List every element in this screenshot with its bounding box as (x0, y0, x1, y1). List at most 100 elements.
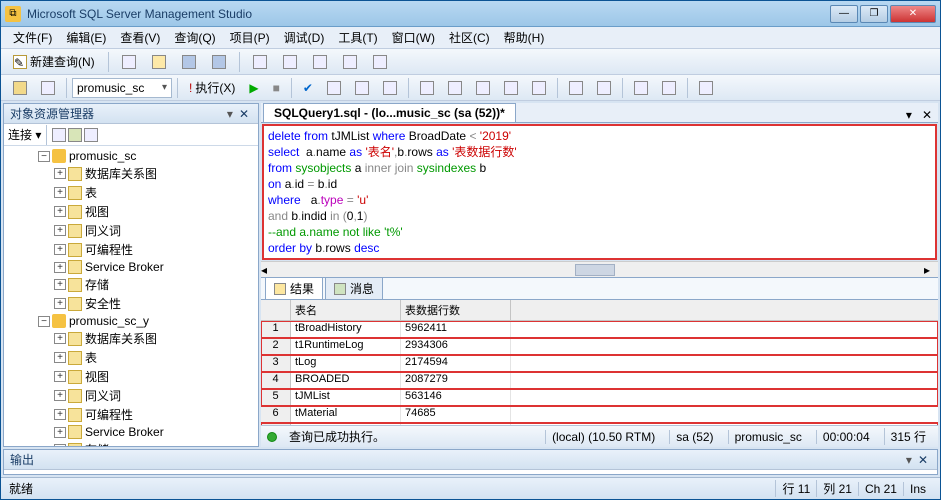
tree-node[interactable]: +安全性 (4, 295, 258, 312)
table-row[interactable]: 1tBroadHistory5962411 (261, 321, 938, 338)
save-all-button[interactable] (206, 52, 232, 72)
tree-node[interactable]: +可编程性 (4, 406, 258, 423)
intellisense-button[interactable] (377, 78, 403, 98)
tree-node[interactable]: +表 (4, 184, 258, 201)
results-grid-button[interactable] (498, 78, 524, 98)
tree-node[interactable]: +视图 (4, 203, 258, 220)
pin-icon[interactable]: ▾ (903, 453, 915, 467)
stop-icon[interactable] (84, 128, 98, 142)
change-conn-button[interactable] (35, 78, 61, 98)
expand-toggle[interactable]: + (54, 262, 66, 273)
scrollbar-thumb[interactable] (575, 264, 615, 276)
results-tab[interactable]: 结果 (265, 277, 323, 300)
stop-button[interactable]: ■ (267, 78, 286, 98)
debug-button[interactable]: ▶ (243, 78, 264, 98)
indent-button[interactable] (628, 78, 654, 98)
tree-node[interactable]: +数据库关系图 (4, 330, 258, 347)
expand-toggle[interactable]: + (54, 333, 66, 344)
expand-toggle[interactable]: + (54, 409, 66, 420)
expand-toggle[interactable]: + (54, 279, 66, 290)
new-query-button[interactable]: ✎ 新建查询(N) (7, 50, 101, 73)
tree-node[interactable]: +Service Broker (4, 260, 258, 274)
menu-item[interactable]: 查询(Q) (168, 27, 221, 48)
include-plan-button[interactable] (414, 78, 440, 98)
activity-button[interactable] (247, 52, 273, 72)
tree-node[interactable]: +存储 (4, 441, 258, 446)
uncomment-button[interactable] (591, 78, 617, 98)
parse-button[interactable]: ✔ (297, 78, 319, 98)
tree-node[interactable]: +Service Broker (4, 425, 258, 439)
tree-node[interactable]: +同义词 (4, 387, 258, 404)
close-button[interactable]: ✕ (890, 5, 936, 23)
menu-item[interactable]: 社区(C) (443, 27, 496, 48)
filter-icon[interactable] (68, 128, 82, 142)
expand-toggle[interactable]: + (54, 225, 66, 236)
template-button[interactable] (337, 52, 363, 72)
col-header-1[interactable]: 表名 (291, 300, 401, 320)
menu-item[interactable]: 调试(D) (278, 27, 331, 48)
connection-button[interactable] (7, 78, 33, 98)
sql-editor[interactable]: delete from tJMList where BroadDate < '2… (264, 126, 935, 258)
messages-tab[interactable]: 消息 (325, 277, 383, 300)
tree-node[interactable]: +数据库关系图 (4, 165, 258, 182)
expand-toggle[interactable]: + (54, 444, 66, 446)
tree-node[interactable]: +表 (4, 349, 258, 366)
menu-item[interactable]: 编辑(E) (60, 27, 112, 48)
expand-toggle[interactable]: − (38, 316, 50, 327)
close-panel-button[interactable]: ✕ (236, 107, 252, 121)
menu-item[interactable]: 帮助(H) (498, 27, 551, 48)
query-options-button[interactable] (349, 78, 375, 98)
menu-item[interactable]: 项目(P) (224, 27, 276, 48)
expand-toggle[interactable]: + (54, 371, 66, 382)
pin-icon[interactable]: ▾ (224, 107, 236, 121)
properties-button[interactable] (367, 52, 393, 72)
expand-toggle[interactable]: + (54, 352, 66, 363)
refresh-icon[interactable] (52, 128, 66, 142)
menu-item[interactable]: 文件(F) (7, 27, 58, 48)
expand-toggle[interactable]: + (54, 390, 66, 401)
maximize-button[interactable]: ❐ (860, 5, 888, 23)
tree-node[interactable]: +可编程性 (4, 241, 258, 258)
tree-node[interactable]: +视图 (4, 368, 258, 385)
table-row[interactable]: 4BROADED2087279 (261, 372, 938, 389)
open-button[interactable] (116, 52, 142, 72)
registered-button[interactable] (277, 52, 303, 72)
tree-node[interactable]: −promusic_sc_y (4, 314, 258, 328)
tree-node[interactable]: −promusic_sc (4, 149, 258, 163)
save-button[interactable] (176, 52, 202, 72)
tree-node[interactable]: +同义词 (4, 222, 258, 239)
object-tree[interactable]: −promusic_sc +数据库关系图 +表 +视图 +同义词 +可编程性 +Servic… (4, 146, 258, 446)
execute-button[interactable]: ! 执行(X) (183, 76, 241, 99)
estimate-plan-button[interactable] (321, 78, 347, 98)
results-text-button[interactable] (470, 78, 496, 98)
menu-item[interactable]: 工具(T) (332, 27, 383, 48)
object-explorer-button[interactable] (307, 52, 333, 72)
results-file-button[interactable] (526, 78, 552, 98)
table-row[interactable]: 3tLog2174594 (261, 355, 938, 372)
col-header-2[interactable]: 表数据行数 (401, 300, 511, 320)
tab-close-icon[interactable]: ✕ (916, 108, 938, 122)
include-stats-button[interactable] (442, 78, 468, 98)
open-file-button[interactable] (146, 52, 172, 72)
expand-toggle[interactable]: + (54, 427, 66, 438)
expand-toggle[interactable]: + (54, 244, 66, 255)
editor-tab[interactable]: SQLQuery1.sql - (lo...music_sc (sa (52))… (263, 103, 516, 122)
database-combo[interactable]: promusic_sc (72, 78, 172, 98)
connect-dropdown[interactable]: 连接 ▾ (8, 126, 41, 143)
expand-toggle[interactable]: + (54, 298, 66, 309)
menu-item[interactable]: 查看(V) (114, 27, 166, 48)
menu-item[interactable]: 窗口(W) (386, 27, 441, 48)
results-grid-body[interactable]: 1tBroadHistory59624112t1RuntimeLog293430… (261, 321, 938, 425)
tab-dropdown-icon[interactable]: ▾ (902, 108, 916, 122)
expand-toggle[interactable]: + (54, 168, 66, 179)
editor-scrollbar[interactable]: ◂▸ (261, 261, 938, 277)
expand-toggle[interactable]: − (38, 151, 50, 162)
specify-values-button[interactable] (693, 78, 719, 98)
comment-button[interactable] (563, 78, 589, 98)
expand-toggle[interactable]: + (54, 187, 66, 198)
close-output-button[interactable]: ✕ (915, 453, 931, 467)
minimize-button[interactable]: — (830, 5, 858, 23)
table-row[interactable]: 5tJMList563146 (261, 389, 938, 406)
tree-node[interactable]: +存储 (4, 276, 258, 293)
table-row[interactable]: 2t1RuntimeLog2934306 (261, 338, 938, 355)
